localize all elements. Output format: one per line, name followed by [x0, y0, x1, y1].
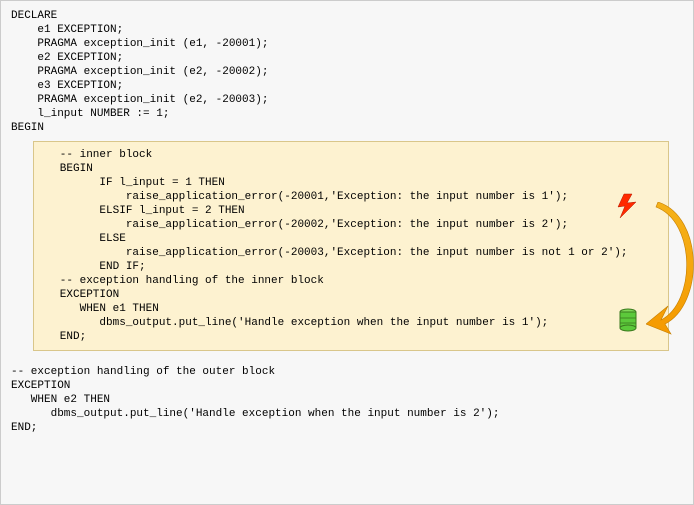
code-line: WHEN e1 THEN	[40, 303, 159, 315]
code-diagram: DECLARE e1 EXCEPTION; PRAGMA exception_i…	[0, 0, 694, 505]
flow-arrow-icon	[646, 202, 694, 342]
code-line: -- inner block	[40, 149, 152, 161]
inner-block-highlight: -- inner block BEGIN IF l_input = 1 THEN…	[33, 141, 669, 351]
code-line: BEGIN	[11, 122, 44, 134]
lightning-bolt-icon	[616, 192, 638, 220]
code-line: END;	[40, 331, 86, 343]
code-line: WHEN e2 THEN	[11, 394, 110, 406]
inner-code-block: -- inner block BEGIN IF l_input = 1 THEN…	[40, 148, 662, 344]
code-line: ELSE	[40, 233, 126, 245]
code-line: e1 EXCEPTION;	[11, 24, 123, 36]
code-line: -- exception handling of the outer block	[11, 366, 275, 378]
code-line: -- exception handling of the inner block	[40, 275, 324, 287]
outer-exception-block: -- exception handling of the outer block…	[11, 365, 683, 435]
code-line: PRAGMA exception_init (e2, -20002);	[11, 66, 268, 78]
code-line: EXCEPTION	[11, 380, 70, 392]
code-line: EXCEPTION	[40, 289, 119, 301]
outer-declare-block: DECLARE e1 EXCEPTION; PRAGMA exception_i…	[11, 9, 683, 135]
code-line: ELSIF l_input = 2 THEN	[40, 205, 245, 217]
barrel-icon	[618, 308, 638, 332]
code-line: l_input NUMBER := 1;	[11, 108, 169, 120]
code-line: dbms_output.put_line('Handle exception w…	[11, 408, 499, 420]
code-line: END;	[11, 422, 37, 434]
code-line: DECLARE	[11, 10, 57, 22]
code-line: raise_application_error(-20001,'Exceptio…	[40, 191, 568, 203]
code-line: PRAGMA exception_init (e1, -20001);	[11, 38, 268, 50]
code-line: BEGIN	[40, 163, 93, 175]
code-line: raise_application_error(-20003,'Exceptio…	[40, 247, 628, 259]
code-line: raise_application_error(-20002,'Exceptio…	[40, 219, 568, 231]
code-line: e2 EXCEPTION;	[11, 52, 123, 64]
code-line: dbms_output.put_line('Handle exception w…	[40, 317, 548, 329]
code-line: IF l_input = 1 THEN	[40, 177, 225, 189]
code-line: PRAGMA exception_init (e2, -20003);	[11, 94, 268, 106]
code-line: e3 EXCEPTION;	[11, 80, 123, 92]
code-line: END IF;	[40, 261, 146, 273]
